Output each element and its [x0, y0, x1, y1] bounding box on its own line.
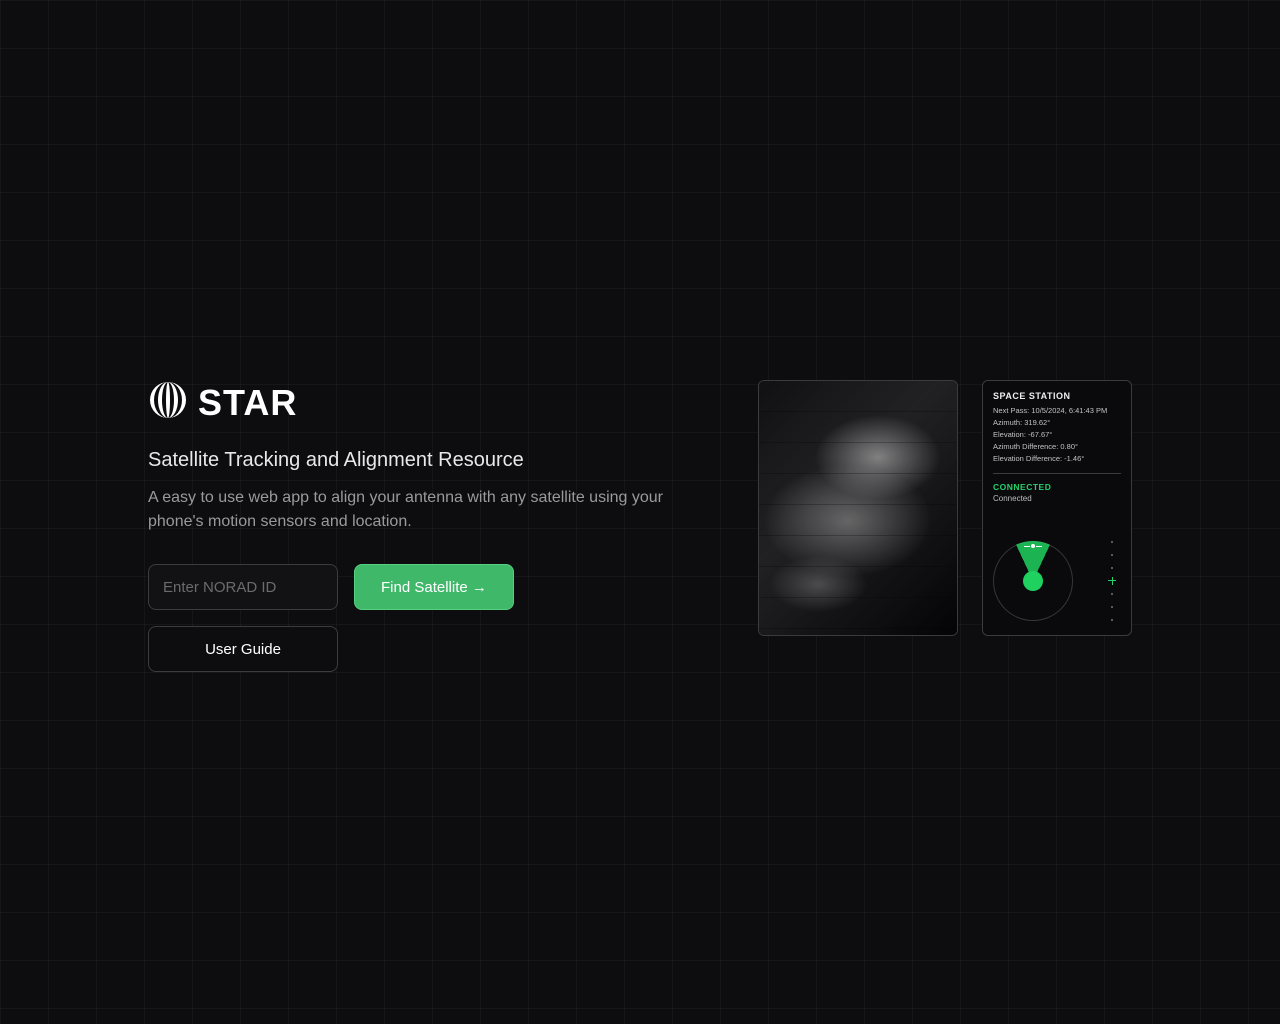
- tracking-preview: SPACE STATION Next Pass: 10/5/2024, 6:41…: [982, 380, 1132, 636]
- find-satellite-button[interactable]: Find Satellite →: [354, 564, 514, 610]
- connected-label: CONNECTED: [993, 482, 1121, 492]
- azimuth-diff-line: Azimuth Difference: 0.80°: [993, 441, 1121, 453]
- satellite-icon: [1031, 544, 1035, 548]
- azimuth-line: Azimuth: 319.62°: [993, 417, 1121, 429]
- connected-sub: Connected: [993, 494, 1121, 503]
- logo-icon: [148, 380, 188, 425]
- elevation-diff-line: Elevation Difference: -1.46°: [993, 453, 1121, 465]
- page-description: A easy to use web app to align your ante…: [148, 486, 688, 534]
- brand-name: STAR: [198, 382, 297, 424]
- find-satellite-label: Find Satellite →: [381, 579, 487, 596]
- elevation-line: Elevation: -67.67°: [993, 429, 1121, 441]
- satellite-imagery-preview: [758, 380, 958, 636]
- user-guide-label: User Guide: [205, 641, 281, 658]
- page-subtitle: Satellite Tracking and Alignment Resourc…: [148, 449, 688, 472]
- brand: STAR: [148, 380, 688, 425]
- next-pass-line: Next Pass: 10/5/2024, 6:41:43 PM: [993, 405, 1121, 417]
- norad-id-input[interactable]: [148, 564, 338, 610]
- radar-display: [993, 541, 1073, 621]
- tracking-title: SPACE STATION: [993, 391, 1121, 401]
- separator: [993, 473, 1121, 474]
- elevation-scale: [1107, 541, 1117, 621]
- user-guide-button[interactable]: User Guide: [148, 626, 338, 672]
